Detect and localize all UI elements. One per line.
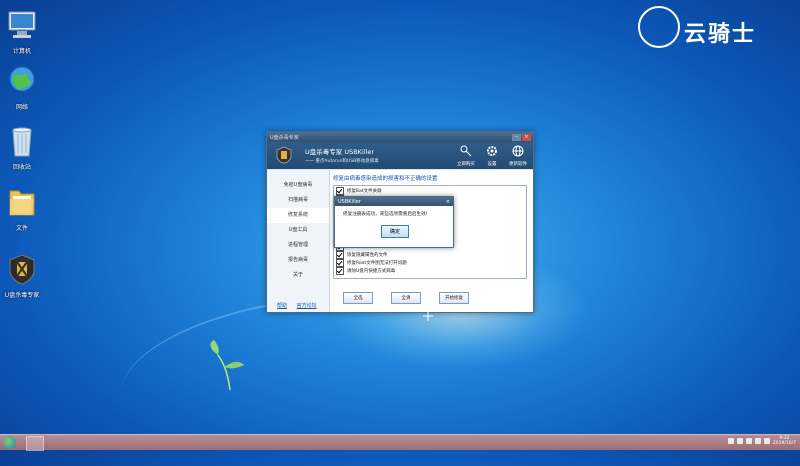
computer-icon: [8, 11, 36, 38]
desktop-icon-label: 回收站: [12, 164, 31, 171]
mouse-cursor-icon: [423, 311, 433, 321]
gear-icon: [487, 146, 497, 156]
toolbar-label: 设置: [487, 162, 497, 167]
clear-all-button[interactable]: 全清: [391, 292, 421, 304]
dialog-close-icon[interactable]: ×: [446, 199, 450, 205]
sidebar-item-repair[interactable]: 修复系统: [267, 208, 329, 223]
ok-button[interactable]: 确定: [381, 225, 409, 238]
key-icon: [460, 145, 472, 157]
dialog-title: USBKiller: [338, 198, 361, 205]
window-controls: – ×: [512, 133, 531, 141]
sidebar-item-process[interactable]: 进程管理: [267, 238, 329, 253]
sidebar-item-tools[interactable]: U盘工具: [267, 223, 329, 238]
checkbox[interactable]: [336, 259, 344, 267]
checkbox[interactable]: [336, 187, 344, 195]
desktop-icon-network[interactable]: 网络: [0, 64, 44, 111]
tray-up-arrow-icon[interactable]: [727, 438, 734, 444]
desktop-icon-label: U盘杀毒专家: [4, 292, 40, 299]
desktop-icon-folder[interactable]: 文件: [0, 185, 44, 232]
settings-button[interactable]: 设置: [479, 145, 505, 167]
taskbar-app-usbkiller[interactable]: [26, 436, 44, 451]
clock-date: 2019/10/7: [772, 441, 796, 446]
list-item[interactable]: 修复Root文件图无法打开问题: [336, 259, 524, 267]
system-tray: 9:32 2019/10/7: [727, 436, 796, 446]
app-subtitle: 一一 重点Autorun和USB移动盘病毒: [305, 159, 379, 164]
globe-icon: [512, 145, 524, 157]
desktop-icon-computer[interactable]: 计算机: [0, 8, 44, 55]
knight-logo-icon: [638, 6, 680, 48]
taskbar: 9:32 2019/10/7: [0, 434, 800, 451]
dialog-message: 修复注册表成功，某些选项需重启后生效!: [343, 212, 428, 217]
list-item[interactable]: 恢复隐藏属性的文件: [336, 251, 524, 259]
desktop-icon-recycle-bin[interactable]: 回收站: [0, 124, 44, 171]
logo-text: 云骑士: [684, 21, 757, 47]
desktop-icon-label: 文件: [15, 225, 28, 232]
list-item[interactable]: 清除U盘内快捷方式病毒: [336, 267, 524, 275]
tray-volume-icon[interactable]: [754, 438, 761, 444]
sidebar-links: 帮助 官方论坛: [277, 302, 325, 309]
help-link[interactable]: 帮助: [277, 303, 287, 309]
action-buttons: 全选 全清 开始修复: [343, 292, 469, 304]
window-titlebar[interactable]: U盘杀毒专家 – ×: [267, 132, 533, 142]
toolbar-label: 立即购买: [457, 162, 475, 167]
message-dialog: USBKiller × 修复注册表成功，某些选项需重启后生效! 确定: [334, 196, 454, 248]
tray-network-icon[interactable]: [736, 438, 743, 444]
network-icon: [9, 66, 35, 92]
watermark-logo: 云骑士: [638, 6, 788, 50]
desktop-icon-usbkiller[interactable]: U盘杀毒专家: [0, 252, 44, 299]
buy-now-button[interactable]: 立即购买: [453, 145, 479, 167]
usbkiller-icon: [9, 254, 35, 285]
clock[interactable]: 9:32 2019/10/7: [773, 436, 796, 446]
sidebar-item-scan[interactable]: 扫描病毒: [267, 193, 329, 208]
sidebar-item-immunize[interactable]: 免疫U盘病毒: [267, 178, 329, 193]
start-repair-button[interactable]: 开始修复: [439, 292, 469, 304]
folder-icon: [9, 190, 35, 216]
recycle-bin-icon: [12, 127, 32, 157]
desktop-icon-label: 网络: [15, 104, 28, 111]
app-name: U盘杀毒专家 USBKiller: [305, 148, 375, 156]
update-button[interactable]: 更新软件: [505, 145, 531, 167]
checkbox[interactable]: [336, 267, 344, 275]
list-item[interactable]: 修复Bat文件关联: [336, 187, 524, 195]
start-button[interactable]: [3, 436, 16, 449]
dialog-titlebar[interactable]: USBKiller ×: [335, 197, 453, 206]
select-all-button[interactable]: 全选: [343, 292, 373, 304]
tray-flag-icon[interactable]: [745, 438, 752, 444]
close-button[interactable]: ×: [522, 133, 531, 141]
sidebar-item-about[interactable]: 关于: [267, 268, 329, 283]
minimize-button[interactable]: –: [512, 133, 521, 141]
section-heading: 修复由病毒感染造成的损害和不正确的设置: [333, 176, 438, 182]
wallpaper-plant: [210, 340, 244, 391]
tray-input-icon[interactable]: [763, 438, 770, 444]
app-header: U盘杀毒专家 USBKiller 一一 重点Autorun和USB移动盘病毒 立…: [267, 142, 533, 169]
desktop-icon-label: 计算机: [12, 48, 31, 55]
app-logo-icon: [276, 146, 292, 164]
sidebar: 免疫U盘病毒 扫描病毒 修复系统 U盘工具 进程管理 报告病毒 关于 帮助 官方…: [267, 170, 330, 312]
checkbox[interactable]: [336, 251, 344, 259]
toolbar-label: 更新软件: [509, 162, 527, 167]
sidebar-item-report[interactable]: 报告病毒: [267, 253, 329, 268]
window-title: U盘杀毒专家: [270, 134, 299, 141]
forum-link[interactable]: 官方论坛: [297, 303, 317, 309]
